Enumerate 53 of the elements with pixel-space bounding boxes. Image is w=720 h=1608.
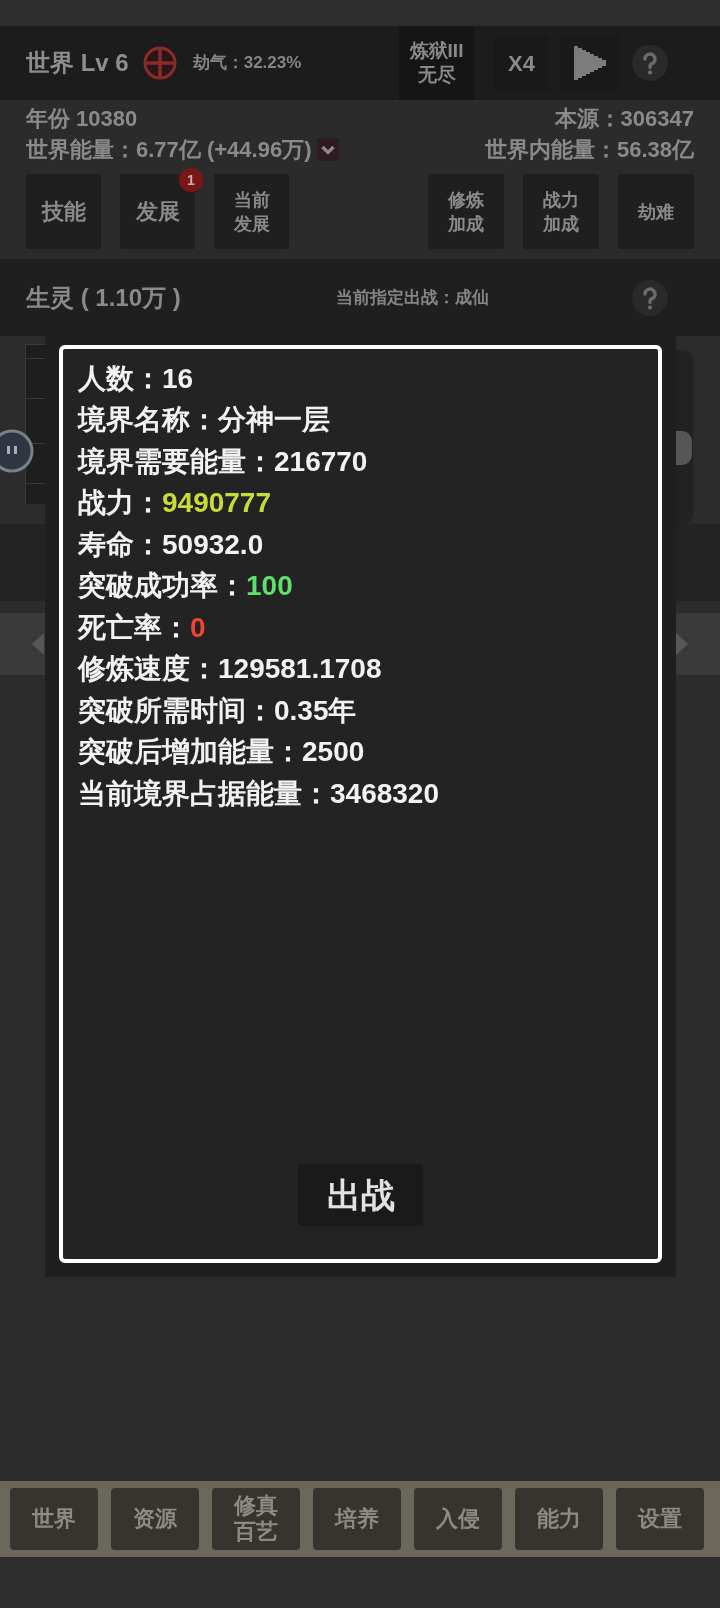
stat-value: 2500: [302, 735, 365, 770]
stat-label: 寿命：: [78, 527, 162, 562]
stat-value: 50932.0: [162, 527, 264, 562]
inner-energy-reading: 世界内能量：56.38亿: [484, 136, 694, 164]
nav-button[interactable]: 能力: [515, 1488, 603, 1550]
stat-label: 突破成功率：: [78, 569, 246, 604]
nav-button[interactable]: 资源: [111, 1488, 199, 1550]
action-button[interactable]: 当前发展: [214, 174, 289, 249]
chevron-down-icon: [321, 144, 336, 155]
stat-value: 100: [246, 569, 293, 604]
mode-button[interactable]: 炼狱III 无尽: [399, 26, 474, 100]
dropdown-button[interactable]: [317, 138, 340, 161]
year-reading: 年份 10380: [26, 104, 138, 133]
stat-value: 0.35年: [274, 693, 357, 728]
stat-label: 人数：: [78, 361, 162, 396]
world-energy-reading: 世界能量：6.77亿 (+44.96万): [26, 136, 312, 164]
play-icon: [574, 46, 606, 80]
stat-label: 境界名称：: [78, 403, 218, 438]
stat-label: 境界需要能量：: [78, 444, 274, 479]
stat-label: 当前境界占据能量：: [78, 776, 330, 811]
action-button[interactable]: 战力加成: [523, 174, 599, 249]
stat-label: 死亡率：: [78, 610, 190, 645]
stat-value: 3468320: [330, 776, 439, 811]
stat-label: 突破后增加能量：: [78, 735, 302, 770]
population-title: 生灵 ( 1.10万 ): [26, 282, 182, 313]
stat-value: 0: [190, 610, 206, 645]
nav-button[interactable]: 入侵: [414, 1488, 502, 1550]
slider-handle[interactable]: [676, 431, 692, 465]
stat-value: 129581.1708: [218, 652, 382, 687]
stat-label: 修炼速度：: [78, 652, 218, 687]
help-icon[interactable]: [632, 45, 668, 81]
stat-value: 16: [162, 361, 194, 396]
stat-label: 战力：: [78, 486, 162, 521]
source-reading: 本源：306347: [554, 104, 694, 133]
stat-value: 216770: [274, 444, 368, 479]
calamity-reading: 劫气：32.23%: [192, 52, 302, 75]
notification-badge: 1: [179, 168, 203, 192]
pause-icon[interactable]: [0, 429, 34, 473]
deploy-button[interactable]: 出战: [298, 1164, 423, 1226]
crosshair-icon: [142, 46, 177, 80]
stat-value: 9490777: [162, 486, 271, 521]
action-button[interactable]: 技能: [26, 174, 101, 249]
nav-button[interactable]: 修真百艺: [212, 1488, 300, 1550]
nav-button[interactable]: 世界: [10, 1488, 98, 1550]
nav-button[interactable]: 设置: [616, 1488, 704, 1550]
assigned-reading: 当前指定出战：成仙: [336, 286, 489, 309]
action-button[interactable]: 修炼加成: [428, 174, 504, 249]
help-icon[interactable]: [632, 279, 668, 316]
stat-label: 突破所需时间：: [78, 693, 274, 728]
stat-value: 分神一层: [218, 403, 330, 438]
action-button[interactable]: 劫难: [618, 174, 694, 249]
nav-button[interactable]: 培养: [313, 1488, 401, 1550]
world-level-title: 世界 Lv 6: [26, 48, 129, 78]
